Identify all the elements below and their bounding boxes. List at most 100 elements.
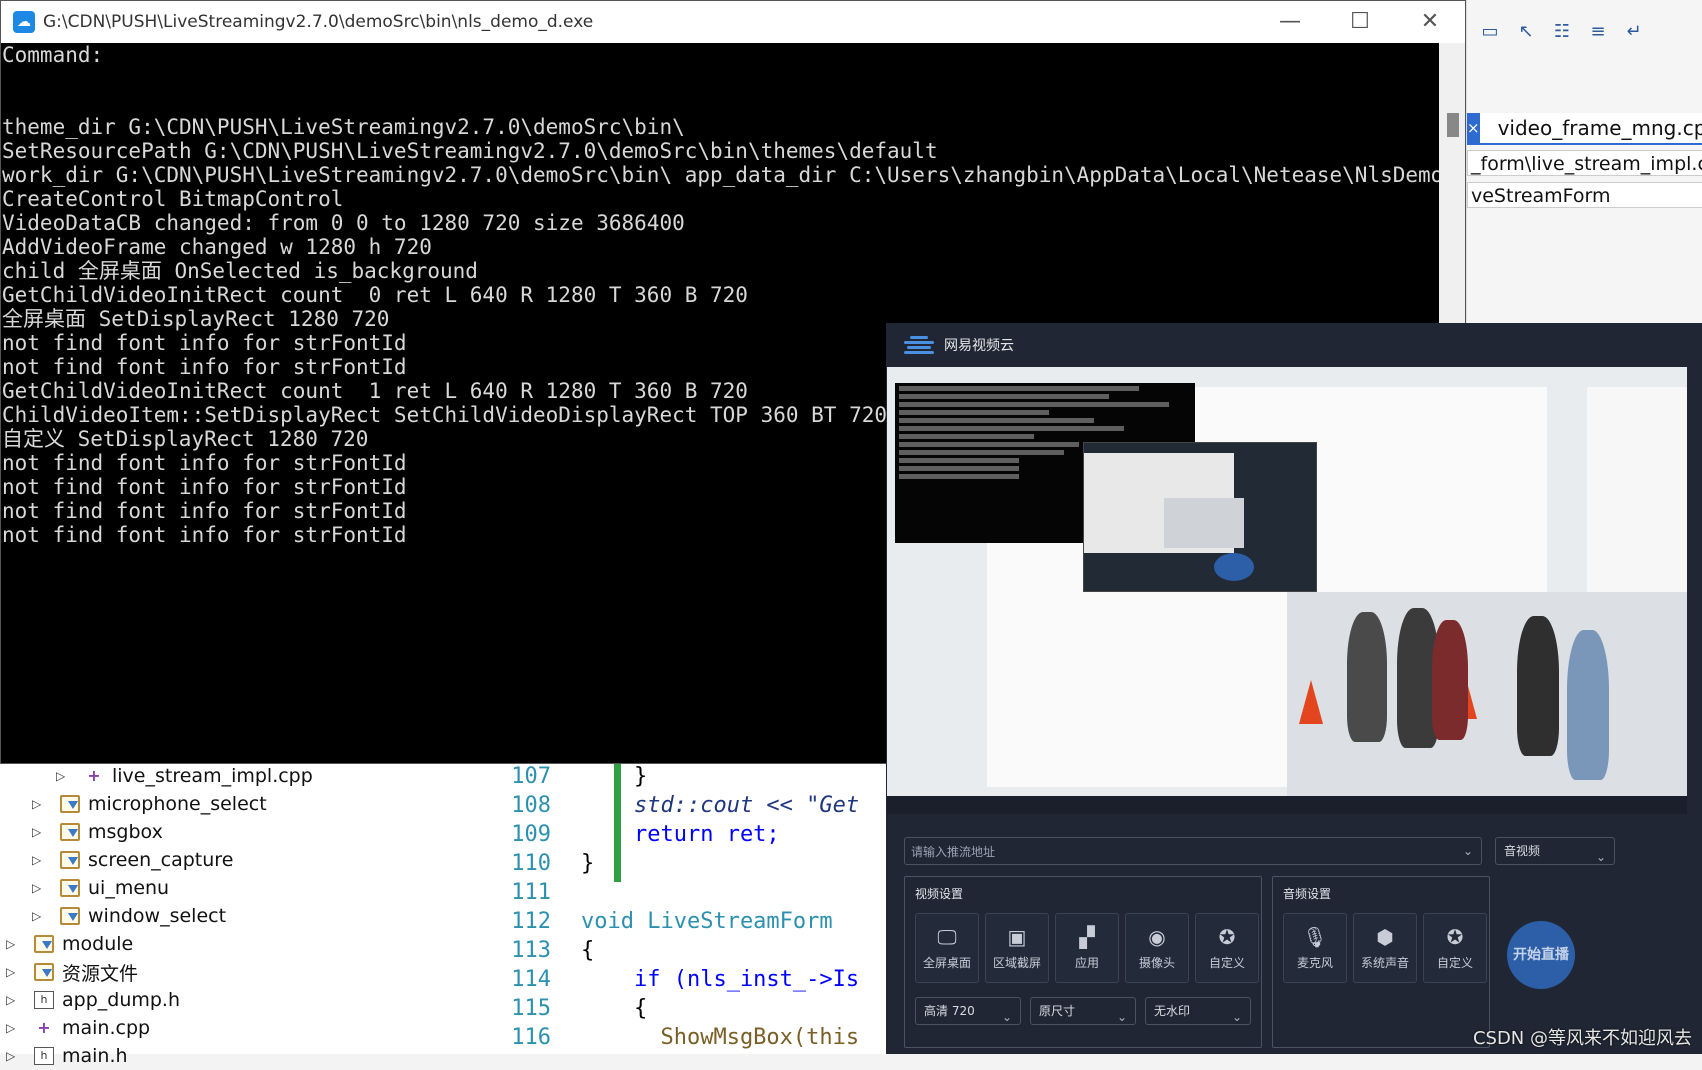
console-line: child 全屏桌面 OnSelected is_background	[2, 259, 478, 283]
outline-icon[interactable]: ☷	[1551, 21, 1573, 43]
code-line: 112 void LiveStreamForm	[511, 909, 833, 934]
console-line: CreateControl BitmapControl	[2, 187, 344, 211]
image-icon: ▣	[1007, 925, 1027, 949]
chevron-down-icon: ⌄	[1595, 850, 1606, 864]
tree-item-ui-menu[interactable]: ▷ ui_menu	[32, 874, 169, 902]
skater	[1347, 612, 1387, 742]
skater	[1517, 616, 1559, 756]
filter-folder-icon	[34, 963, 54, 981]
source-audio-custom-button[interactable]: ✪ 自定义	[1423, 913, 1487, 983]
code-line: 115 {	[511, 996, 648, 1021]
cpp-file-icon: +	[87, 766, 101, 785]
chevron-down-icon: ⌄	[1001, 1010, 1012, 1024]
indent-icon[interactable]: ≡	[1587, 21, 1609, 43]
tree-item-microphone-select[interactable]: ▷ microphone_select	[32, 790, 267, 818]
console-line: work_dir G:\CDN\PUSH\LiveStreamingv2.7.0…	[2, 163, 1442, 187]
quality-select[interactable]: 高清 720 ⌄	[915, 997, 1021, 1025]
app-titlebar[interactable]: 网易视频云	[886, 323, 1702, 367]
console-line: SetResourcePath G:\CDN\PUSH\LiveStreamin…	[2, 139, 938, 163]
console-line: VideoDataCB changed: from 0 0 to 1280 72…	[2, 211, 685, 235]
window-layout-icon[interactable]: ▭	[1479, 21, 1501, 43]
change-indicator	[614, 762, 621, 882]
monitor-icon: 🖵	[937, 925, 957, 949]
source-microphone-button[interactable]: 🎙 麦克风	[1283, 913, 1347, 983]
preview-ide-side	[1587, 387, 1687, 592]
tree-item-main-h[interactable]: ▷ h main.h	[6, 1042, 128, 1070]
chevron-down-icon: ⌄	[1116, 1010, 1127, 1024]
watermark-select[interactable]: 无水印 ⌄	[1145, 997, 1251, 1025]
ide-toolbar: ▭ ↖ ☷ ≡ ↵	[1467, 12, 1702, 52]
video-settings-panel: 视频设置 🖵 全屏桌面 ▣ 区域截屏 ▞ 应用 ◉ 摄像头 ✪ 自定义 高清 720 ⌄ 原…	[904, 876, 1262, 1048]
source-camera-button[interactable]: ◉ 摄像头	[1125, 913, 1189, 983]
tree-item-msgbox[interactable]: ▷ msgbox	[32, 818, 163, 846]
tree-item-screen-capture[interactable]: ▷ screen_capture	[32, 846, 233, 874]
app-cloud-icon: ☁	[13, 11, 35, 33]
editor-tab[interactable]: × video_frame_mng.cpp	[1467, 113, 1702, 145]
filter-folder-icon	[34, 935, 54, 953]
netease-cloud-logo-icon	[904, 336, 934, 354]
solution-explorer: ▷ + live_stream_impl.cpp ▷ microphone_selec…	[0, 762, 486, 1067]
close-tab-icon[interactable]: ×	[1467, 113, 1480, 143]
console-titlebar[interactable]: ☁ G:\CDN\PUSH\LiveStreamingv2.7.0\demoSr…	[1, 1, 1465, 43]
star-icon: ✪	[1218, 925, 1236, 949]
code-line: 109 return ret;	[511, 822, 780, 847]
stream-url-input[interactable]: 请输入推流地址 ⌄	[904, 837, 1482, 865]
wrap-icon[interactable]: ↵	[1623, 21, 1645, 43]
source-fullscreen-button[interactable]: 🖵 全屏桌面	[915, 913, 979, 983]
preview-taskbar	[887, 796, 1687, 814]
preview-nested-app	[1083, 442, 1317, 592]
traffic-cone	[1299, 680, 1323, 724]
app-name: 网易视频云	[944, 338, 1014, 354]
close-button[interactable]: ✕	[1395, 1, 1465, 43]
filter-folder-icon	[60, 795, 80, 813]
code-line: 113{	[511, 938, 595, 963]
stream-mode-select[interactable]: 音视频 ⌄	[1495, 837, 1615, 865]
tree-item-app-dump[interactable]: ▷ h app_dump.h	[6, 986, 180, 1014]
filter-folder-icon	[60, 823, 80, 841]
console-line: GetChildVideoInitRect count 0 ret L 640 …	[2, 283, 748, 307]
code-line: 111	[511, 880, 551, 905]
tree-item-module[interactable]: ▷ module	[6, 930, 133, 958]
tree-item-window-select[interactable]: ▷ window_select	[32, 902, 226, 930]
scrollbar-thumb[interactable]	[1447, 113, 1459, 137]
code-line: 116 ShowMsgBox(this	[511, 1025, 860, 1050]
star-icon: ✪	[1446, 925, 1464, 949]
filter-folder-icon	[60, 907, 80, 925]
preview-camera-feed	[1287, 592, 1687, 814]
tree-item-main-cpp[interactable]: ▷ + main.cpp	[6, 1014, 150, 1042]
console-line: AddVideoFrame changed w 1280 h 720	[2, 235, 432, 259]
chevron-down-icon[interactable]: ⌄	[1463, 844, 1473, 858]
start-live-button[interactable]: 开始直播	[1507, 921, 1575, 989]
minimize-button[interactable]: —	[1255, 1, 1325, 43]
source-app-button[interactable]: ▞ 应用	[1055, 913, 1119, 983]
source-system-sound-button[interactable]: ⬢ 系统声音	[1353, 913, 1417, 983]
maximize-button[interactable]: ☐	[1325, 1, 1395, 43]
skater	[1432, 620, 1468, 740]
camera-icon: ◉	[1148, 925, 1166, 949]
size-select[interactable]: 原尺寸 ⌄	[1030, 997, 1136, 1025]
code-line: 110}	[511, 851, 595, 876]
source-custom-button[interactable]: ✪ 自定义	[1195, 913, 1259, 983]
header-file-icon: h	[34, 991, 54, 1009]
code-line: 108 std::cout << "Get	[511, 793, 860, 818]
scope-breadcrumb[interactable]: veStreamForm	[1467, 182, 1702, 208]
chevron-down-icon: ⌄	[1231, 1010, 1242, 1024]
console-title: G:\CDN\PUSH\LiveStreamingv2.7.0\demoSrc\…	[43, 12, 594, 32]
filter-folder-icon	[60, 851, 80, 869]
tree-item-live-stream-impl[interactable]: ▷ + live_stream_impl.cpp	[56, 762, 313, 790]
tree-item-resources[interactable]: ▷ 资源文件	[6, 958, 138, 986]
video-preview	[887, 367, 1687, 814]
csdn-watermark: CSDN @等风来不如迎风去	[1472, 1028, 1692, 1049]
box-icon: ⬢	[1376, 925, 1394, 949]
source-region-button[interactable]: ▣ 区域截屏	[985, 913, 1049, 983]
code-line: 114 if (nls_inst_->Is	[511, 967, 860, 992]
cpp-file-icon: +	[37, 1018, 51, 1037]
pointer-icon[interactable]: ↖	[1515, 21, 1537, 43]
console-line: theme_dir G:\CDN\PUSH\LiveStreamingv2.7.…	[2, 115, 685, 139]
code-editor[interactable]: 107 } 108 std::cout << "Get 109 return r…	[486, 762, 886, 1054]
audio-settings-panel: 音频设置 🎙 麦克风 ⬢ 系统声音 ✪ 自定义	[1272, 876, 1490, 1048]
file-breadcrumb[interactable]: _form\live_stream_impl.cpp	[1467, 150, 1702, 176]
live-stream-app[interactable]: 网易视频云 请输入推流地址 ⌄ 音视频 ⌄ 视频设置 🖵 全屏桌面 ▣ 区域截屏…	[886, 323, 1702, 1054]
